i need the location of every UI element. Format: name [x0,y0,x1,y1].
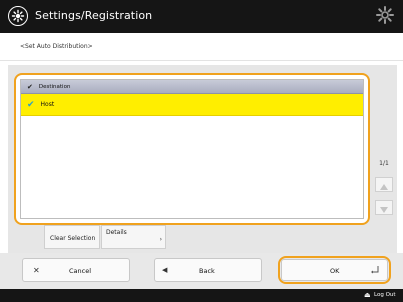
destination-list: ✔ Destination ✔ Host [14,73,370,225]
details-button[interactable]: Details › [101,225,166,249]
page-title: Settings/Registration [35,9,153,22]
checkmark-icon: ✔ [27,82,33,91]
clear-selection-label: Clear Selection [50,235,96,242]
caret-icon: › [159,236,162,243]
corner-return-icon [371,259,379,278]
settings-app-icon [8,6,28,26]
title-bar: Settings/Registration [0,0,403,33]
close-icon: ✕ [33,266,40,275]
arrow-up-icon [380,175,388,194]
page-counter: 1/1 [379,160,389,167]
list-header-label: Destination [38,83,71,90]
list-item[interactable]: ✔ Host [21,94,363,116]
breadcrumb: <Set Auto Distribution> [20,43,93,50]
clear-selection-button[interactable]: Clear Selection [44,225,100,249]
gear-icon[interactable] [375,5,395,25]
cancel-label: Cancel [69,267,92,275]
back-arrow-icon: ◀ [162,266,168,274]
list-item-label: Host [40,101,55,108]
list-box: ✔ Destination ✔ Host [20,79,364,219]
checkmark-icon: ✔ [27,99,35,110]
logout-button[interactable]: Log Out [374,292,396,298]
ok-button[interactable]: OK [281,259,388,281]
scroll-up-button[interactable] [375,177,393,192]
scroll-down-button[interactable] [375,200,393,215]
logout-icon[interactable]: ⏏ [364,291,371,299]
list-header[interactable]: ✔ Destination [21,80,363,94]
cancel-button[interactable]: ✕ Cancel [22,258,130,282]
back-label: Back [199,267,215,275]
ok-label: OK [330,267,340,275]
back-button[interactable]: ◀ Back [154,258,262,282]
arrow-down-icon [380,198,388,217]
status-bar: ⏏ Log Out [0,289,403,302]
details-label: Details [106,229,127,236]
